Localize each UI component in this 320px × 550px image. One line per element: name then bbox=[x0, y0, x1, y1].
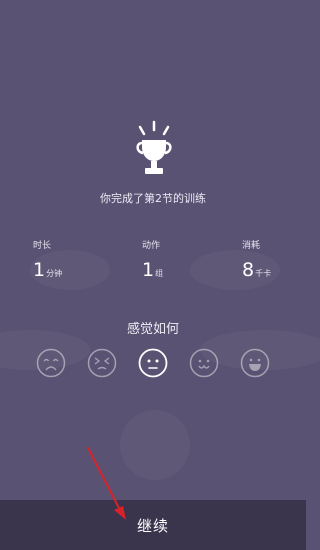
stat-actions-label: 动作 bbox=[142, 241, 161, 251]
feeling-title: 感觉如何 bbox=[126, 322, 179, 337]
stat-actions: 动作 1 组 bbox=[142, 238, 163, 280]
stat-calories-unit: 千卡 bbox=[255, 269, 272, 278]
stat-duration-label: 时长 bbox=[33, 241, 52, 251]
bad-face-icon[interactable] bbox=[87, 348, 117, 378]
neutral-face-icon[interactable] bbox=[138, 348, 168, 378]
stat-calories: 消耗 8 千卡 bbox=[242, 238, 271, 280]
continue-button[interactable]: 继续 bbox=[0, 500, 306, 550]
stat-duration-unit: 分钟 bbox=[46, 269, 63, 278]
very-bad-face-icon[interactable] bbox=[36, 348, 66, 378]
very-good-face-icon[interactable] bbox=[240, 348, 270, 378]
feeling-options bbox=[0, 348, 306, 382]
stat-calories-label: 消耗 bbox=[242, 241, 261, 251]
stat-actions-unit: 组 bbox=[155, 269, 164, 278]
completion-message: 你完成了第2节的训练 bbox=[100, 192, 206, 205]
trophy-icon bbox=[131, 120, 177, 180]
continue-label: 继续 bbox=[136, 516, 169, 535]
good-face-icon[interactable] bbox=[189, 348, 219, 378]
stats-row: 时长 1 分钟 动作 1 组 消耗 8 千卡 bbox=[0, 238, 306, 298]
stat-duration: 时长 1 分钟 bbox=[33, 238, 62, 280]
stat-calories-value: 8 bbox=[242, 259, 255, 281]
stat-actions-value: 1 bbox=[142, 259, 155, 281]
stat-duration-value: 1 bbox=[33, 259, 46, 281]
